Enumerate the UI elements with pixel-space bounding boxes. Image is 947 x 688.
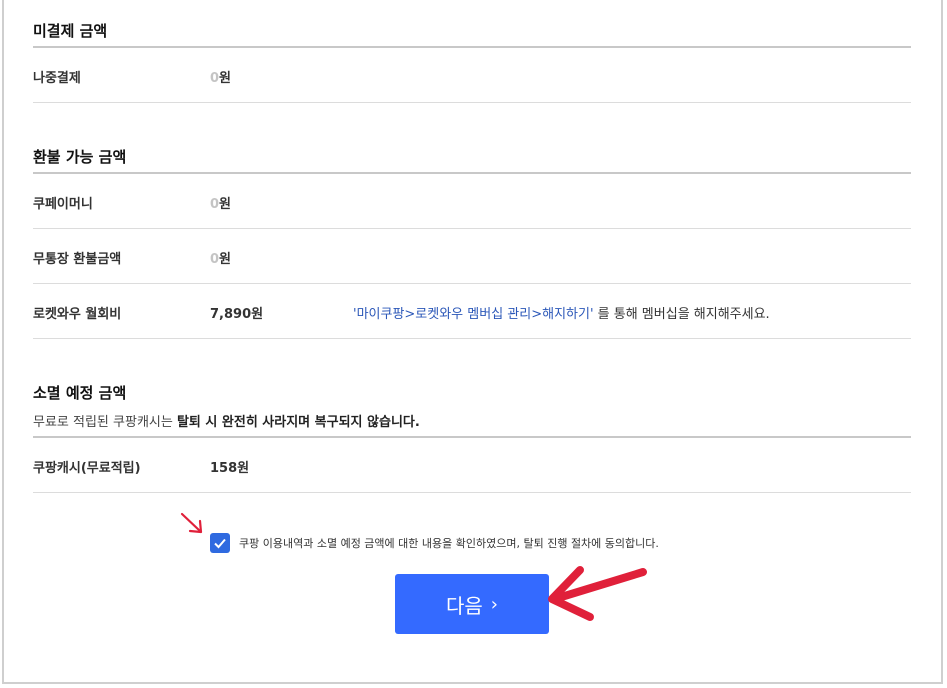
expiring-description: 무료로 적립된 쿠팡캐시는 탈퇴 시 완전히 사라지며 복구되지 않습니다.: [33, 415, 420, 430]
membership-cancel-note: '마이쿠팡>로켓와우 멤버십 관리>해지하기' 를 통해 멤버십을 해지해주세요…: [353, 307, 770, 322]
expiring-section-title: 소멸 예정 금액: [33, 384, 127, 402]
rocket-wow-fee-amount: 7,890원: [210, 307, 264, 322]
refundable-section-title: 환불 가능 금액: [33, 148, 127, 166]
unpaid-section-title: 미결제 금액: [33, 22, 108, 40]
divider: [33, 338, 911, 339]
bank-refund-amount: 0원: [210, 252, 232, 267]
coupay-money-label: 쿠페이머니: [33, 197, 93, 212]
next-button[interactable]: 다음 ›: [395, 574, 549, 634]
membership-cancel-link[interactable]: '마이쿠팡>로켓와우 멤버십 관리>해지하기': [353, 307, 594, 322]
rocket-wow-fee-label: 로켓와우 월회비: [33, 307, 122, 322]
divider: [33, 283, 911, 284]
divider: [33, 228, 911, 229]
later-payment-label: 나중결제: [33, 71, 81, 86]
agreement-text: 쿠팡 이용내역과 소멸 예정 금액에 대한 내용을 확인하였으며, 탈퇴 진행 …: [239, 537, 659, 550]
agreement-row: 쿠팡 이용내역과 소멸 예정 금액에 대한 내용을 확인하였으며, 탈퇴 진행 …: [210, 533, 659, 553]
coupang-cash-amount: 158원: [210, 461, 250, 476]
divider: [33, 436, 911, 438]
divider: [33, 172, 911, 174]
coupang-cash-label: 쿠팡캐시(무료적립): [33, 461, 141, 476]
check-icon: [214, 538, 226, 549]
divider: [33, 492, 911, 493]
agreement-checkbox[interactable]: [210, 533, 230, 553]
divider: [33, 102, 911, 103]
later-payment-amount: 0원: [210, 71, 232, 86]
chevron-right-icon: ›: [490, 593, 498, 615]
divider: [33, 46, 911, 48]
next-button-label: 다음: [445, 593, 483, 618]
bank-refund-label: 무통장 환불금액: [33, 252, 122, 267]
coupay-money-amount: 0원: [210, 197, 232, 212]
